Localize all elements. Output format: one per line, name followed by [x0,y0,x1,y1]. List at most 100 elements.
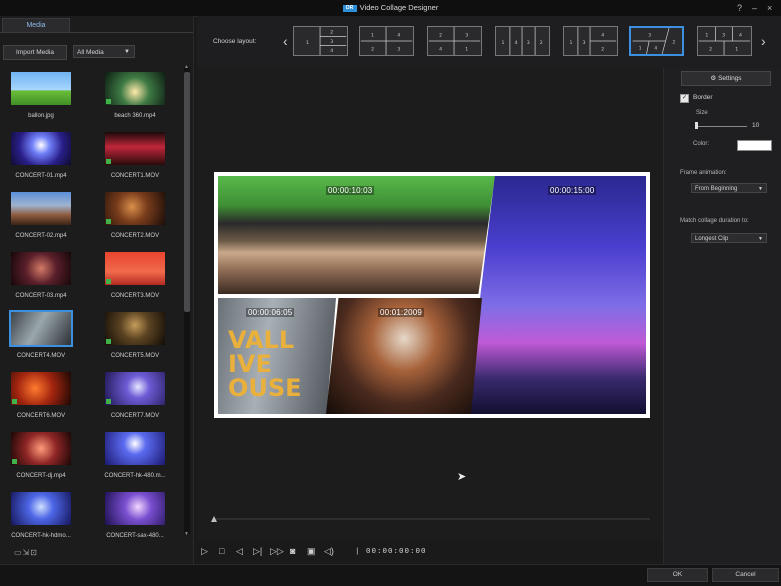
close-button[interactable]: × [767,3,772,13]
fullscreen-icon[interactable]: ▣ [307,546,316,557]
collage-cell-4[interactable]: 00:01:2009 [326,298,482,414]
size-slider-handle[interactable] [695,122,698,129]
svg-text:3: 3 [330,39,333,45]
media-item-label: CONCERT-sax-480... [106,533,164,539]
layout-option-1[interactable]: 1 2 3 4 [293,26,348,56]
media-thumbnail[interactable] [105,312,165,345]
stop-icon[interactable]: □ [219,546,224,556]
media-item[interactable]: CONCERT-02.mp4 [6,192,76,254]
media-item[interactable]: CONCERT-01.mp4 [6,132,76,194]
scroll-down-icon[interactable]: ▼ [184,531,189,537]
media-item[interactable]: CONCERT1.MOV [100,132,170,194]
volume-icon[interactable]: ◁) [324,546,334,557]
media-thumbnail[interactable] [11,132,71,165]
media-item-label: CONCERT-dj.mp4 [16,473,66,479]
cell-artwork-text: VALL IVE OUSE [228,326,302,402]
border-color-swatch[interactable] [737,140,772,151]
media-thumbnail[interactable] [105,252,165,285]
media-item-label: CONCERT-hk-480.m... [104,473,166,479]
layout-option-7[interactable]: 1 3 4 2 1 [697,26,752,56]
media-item[interactable]: CONCERT3.MOV [100,252,170,314]
media-thumbnail[interactable] [105,192,165,225]
choose-layout-label: Choose layout: [213,38,257,45]
svg-text:2: 2 [709,46,712,52]
svg-text:1: 1 [502,40,505,46]
media-thumbnail[interactable] [105,72,165,105]
media-item[interactable]: CONCERT-sax-480... [100,492,170,554]
media-item-label: CONCERT7.MOV [110,413,160,419]
size-slider[interactable] [697,126,747,127]
cancel-button[interactable]: Cancel [712,568,779,582]
layout-option-3[interactable]: 2 3 4 1 [427,26,482,56]
media-item[interactable]: CONCERT7.MOV [100,372,170,434]
frame-animation-label: Frame animation: [680,170,727,176]
cell-timecode: 00:01:2009 [378,308,425,317]
media-item[interactable]: beach 360.mp4 [100,72,170,134]
help-button[interactable]: ? [737,3,742,13]
media-item[interactable]: CONCERT4.MOV [6,310,76,374]
layout-option-5[interactable]: 1 3 4 2 [563,26,618,56]
media-thumbnail[interactable] [105,372,165,405]
media-thumbnail[interactable] [11,72,71,105]
svg-text:2: 2 [371,46,374,52]
media-item[interactable]: CONCERT-03.mp4 [6,252,76,314]
media-thumbnail[interactable] [11,252,71,285]
layout-prev-icon[interactable]: ‹ [283,33,288,49]
media-item[interactable]: CONCERT2.MOV [100,192,170,254]
tab-media[interactable]: Media [2,18,70,33]
layout-option-4[interactable]: 1 4 3 2 [495,26,550,56]
frame-animation-select[interactable]: From Beginning ▼ [691,183,767,193]
media-thumbnail[interactable] [11,192,71,225]
import-media-button[interactable]: Import Media [3,45,67,60]
next-frame-icon[interactable]: ▷| [253,546,262,557]
cell-timecode: 00:00:06:05 [246,308,295,317]
media-thumbnail[interactable] [11,492,71,525]
scroll-up-icon[interactable]: ▲ [184,64,189,70]
video-badge-icon [12,399,17,404]
media-item[interactable]: CONCERT-hk-hdmo... [6,492,76,554]
media-thumbnail[interactable] [11,432,71,465]
border-checkbox[interactable]: ✓ [680,94,689,103]
match-duration-select[interactable]: Longest Clip ▼ [691,233,767,243]
svg-text:4: 4 [654,46,657,52]
media-thumbnail[interactable] [105,492,165,525]
media-thumbnail[interactable] [105,132,165,165]
media-item[interactable]: CONCERT5.MOV [100,312,170,374]
media-thumbnail[interactable] [105,432,165,465]
timeline-playhead[interactable] [211,516,217,522]
minimize-button[interactable]: – [752,3,757,13]
svg-text:1: 1 [371,32,374,38]
timeline-track[interactable] [214,518,650,520]
media-thumbnail[interactable] [9,310,73,347]
play-icon[interactable]: ▷ [201,546,208,557]
layout-next-icon[interactable]: › [761,33,766,49]
media-item[interactable]: ballon.jpg [6,72,76,134]
media-item-label: CONCERT5.MOV [110,353,160,359]
media-item-label: CONCERT-hk-hdmo... [11,533,71,539]
media-scrollbar-thumb[interactable] [184,72,190,312]
layout-option-6[interactable]: 3 2 1 4 [629,26,684,56]
svg-text:4: 4 [439,46,442,52]
collage-preview[interactable]: 00:00:10:03 00:00:15:00 00:00:06:05 VALL… [214,172,650,418]
media-item[interactable]: CONCERT-dj.mp4 [6,432,76,494]
media-item[interactable]: CONCERT-hk-480.m... [100,432,170,494]
size-label: Size [696,110,708,116]
media-view-icons[interactable]: ▭⇲⊡ [14,548,38,557]
media-filter-select[interactable]: All Media ▼ [73,45,135,58]
previous-frame-icon[interactable]: ◁ [236,546,243,557]
media-item-label: ballon.jpg [28,113,54,119]
color-label: Color: [693,141,710,147]
snapshot-icon[interactable]: ◙ [290,546,295,556]
collage-cell-2[interactable]: 00:00:15:00 [466,176,646,414]
collage-cell-1[interactable]: 00:00:10:03 [218,176,495,294]
media-thumbnail[interactable] [11,372,71,405]
collage-cell-3[interactable]: 00:00:06:05 VALL IVE OUSE [218,298,336,414]
media-item-label: beach 360.mp4 [114,113,156,119]
layout-option-2[interactable]: 1 4 2 3 [359,26,414,56]
svg-text:4: 4 [739,32,742,38]
settings-button[interactable]: ⚙ Settings [681,71,771,86]
media-item[interactable]: CONCERT6.MOV [6,372,76,434]
svg-text:4: 4 [397,32,400,38]
fast-forward-icon[interactable]: ▷▷ [270,546,284,557]
ok-button[interactable]: OK [647,568,708,582]
